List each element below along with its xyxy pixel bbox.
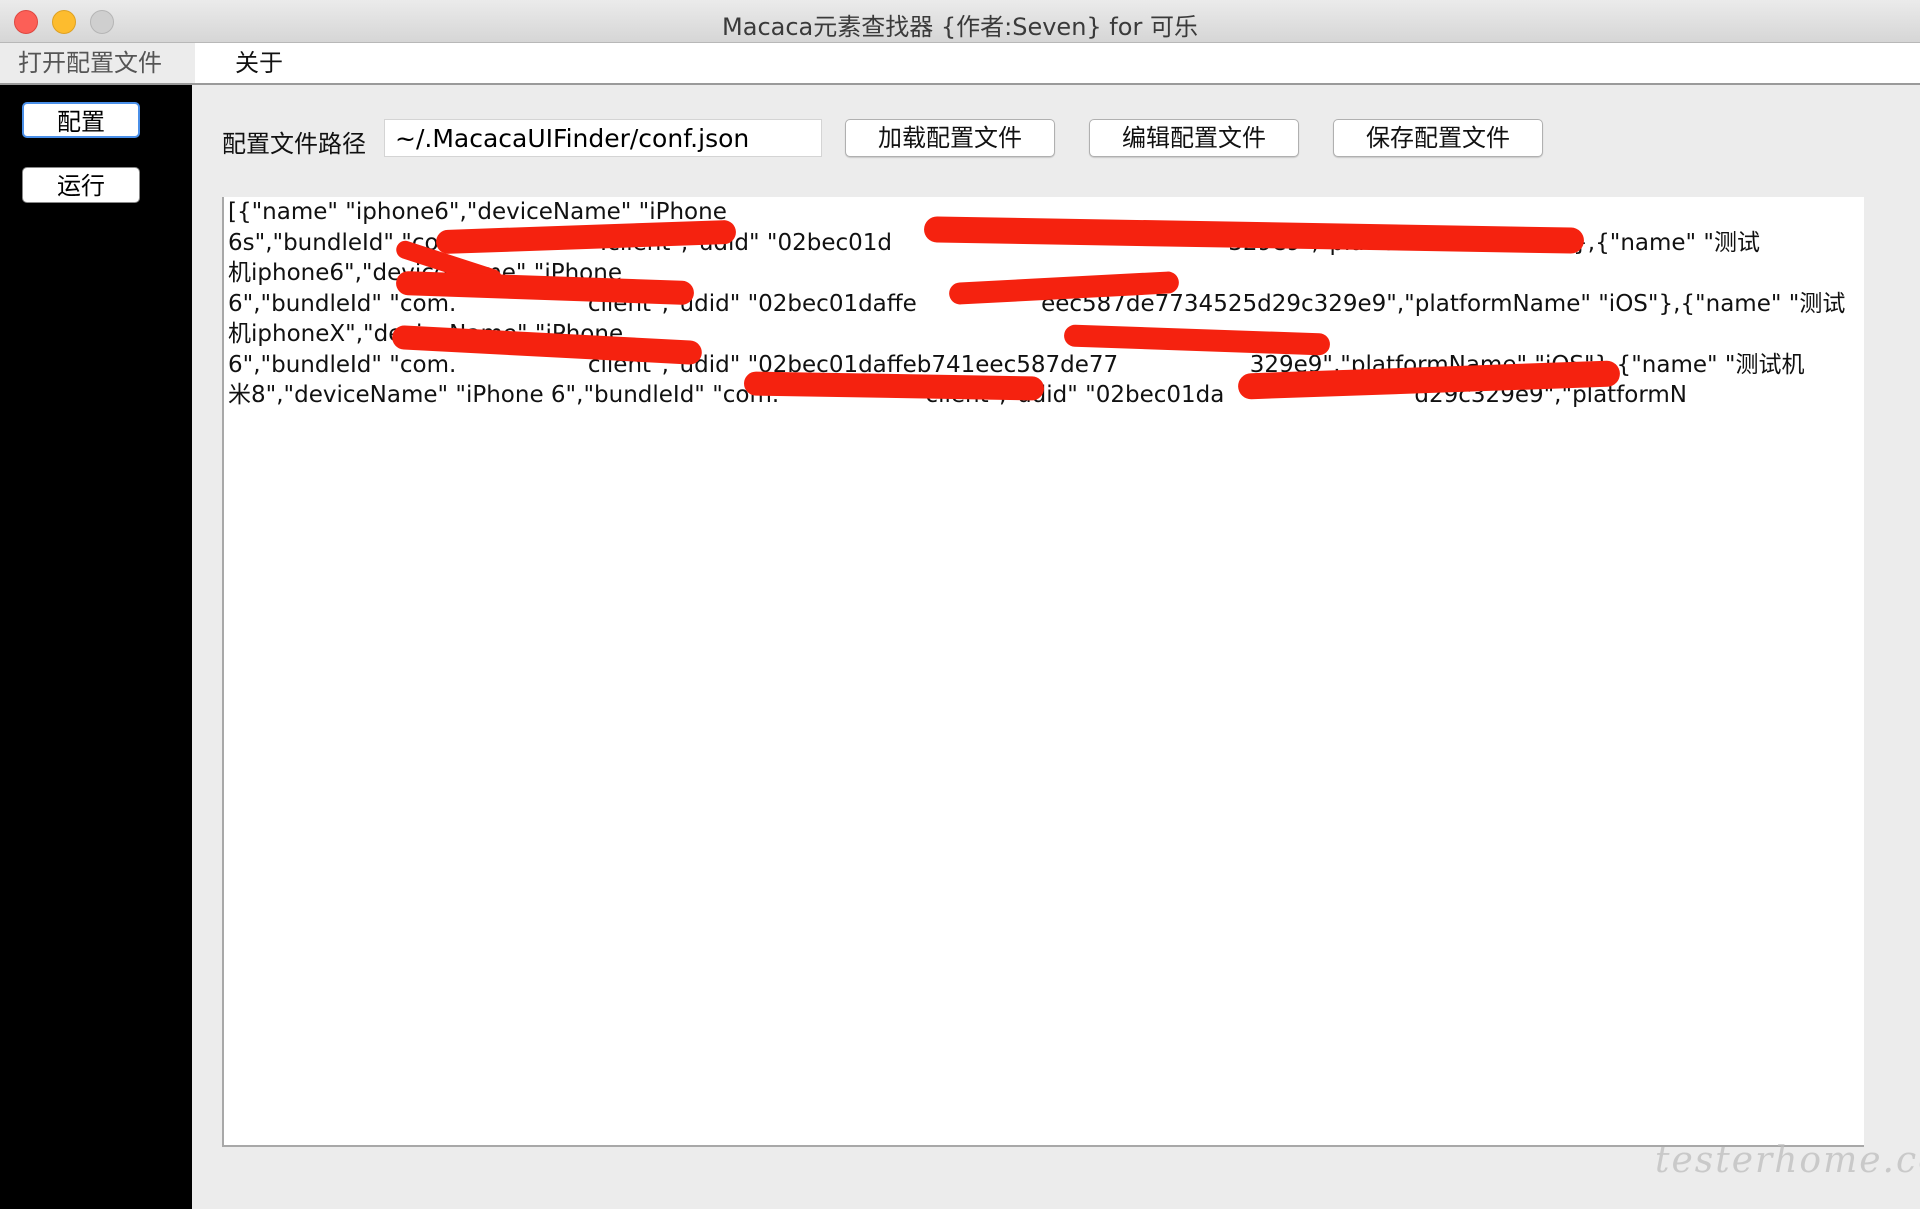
config-path-input[interactable] [384, 119, 822, 157]
sidebar: 配置 运行 [0, 85, 192, 1209]
title-bar[interactable]: Macaca元素查找器 {作者:Seven} for 可乐 [0, 0, 1920, 43]
edit-config-button[interactable]: 编辑配置文件 [1089, 119, 1299, 157]
config-path-label: 配置文件路径 [222, 130, 366, 158]
menu-bar: 打开配置文件 关于 [0, 43, 1920, 85]
app-window: Macaca元素查找器 {作者:Seven} for 可乐 打开配置文件 关于 … [0, 0, 1920, 1209]
config-content-area[interactable]: [{"name" "iphone6","deviceName" "iPhone … [222, 197, 1864, 1147]
load-config-button[interactable]: 加载配置文件 [845, 119, 1055, 157]
sidebar-item-run[interactable]: 运行 [22, 167, 140, 203]
menu-open-config[interactable]: 打开配置文件 [0, 43, 195, 83]
watermark: testerhome.com [1655, 1140, 1920, 1181]
window-title: Macaca元素查找器 {作者:Seven} for 可乐 [722, 13, 1198, 41]
menu-about[interactable]: 关于 [235, 43, 283, 83]
save-config-button[interactable]: 保存配置文件 [1333, 119, 1543, 157]
sidebar-item-config[interactable]: 配置 [22, 102, 140, 138]
